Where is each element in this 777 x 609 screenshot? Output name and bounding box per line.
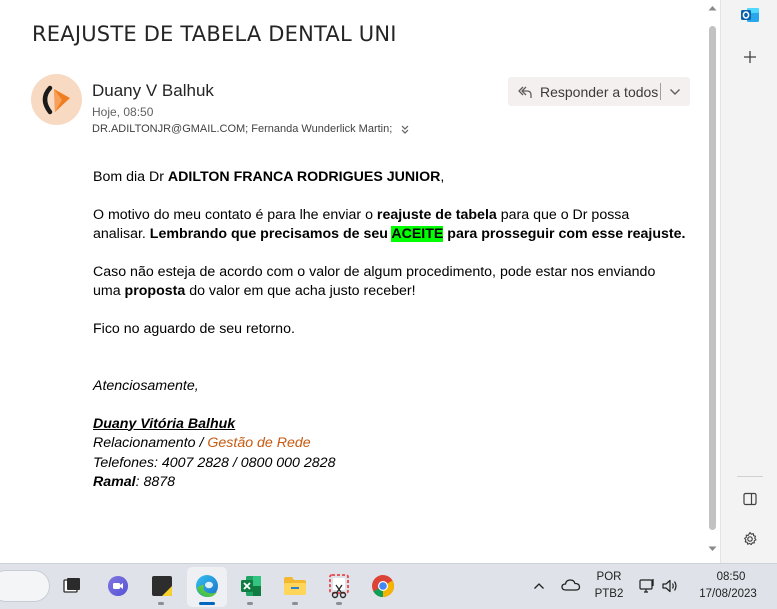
volume-icon[interactable] [660,576,680,596]
scroll-down-arrow-icon[interactable] [708,546,717,552]
body-text: uma [93,283,125,299]
reply-all-button[interactable]: Responder a todos [508,77,660,106]
snipping-tool-icon[interactable] [325,572,353,600]
signature-role: Relacionamento / Gestão de Rede [93,434,693,454]
sender-name[interactable]: Duany V Balhuk [92,81,214,101]
clock-date[interactable]: 17/08/2023 [693,588,763,600]
greeting-prefix: Bom dia Dr [93,169,168,185]
sticky-notes-running-indicator [158,602,164,605]
body-text: do valor em que acha justo receber! [185,283,416,299]
scrollbar-thumb[interactable] [709,26,716,530]
add-icon[interactable] [739,46,761,68]
teams-chat-icon[interactable] [104,572,132,600]
extension-value: : 8878 [135,474,176,490]
show-hidden-icons-chevron-up-icon[interactable] [531,578,547,594]
reply-all-label: Responder a todos [540,83,659,100]
onedrive-cloud-icon[interactable] [560,576,582,594]
body-text: para que o Dr possa [496,206,630,223]
keyboard-layout[interactable]: PTB2 [593,588,625,600]
reply-all-icon [518,86,532,98]
signature-name-line: Duany Vitória Balhuk [93,415,693,435]
email-subject: REAJUSTE DE TABELA DENTAL UNI [32,22,397,46]
settings-icon[interactable] [739,528,761,550]
body-paragraph-2-line-2: analisar. Lembrando que precisamos de se… [93,225,693,245]
panel-icon[interactable] [739,488,761,510]
file-explorer-icon[interactable] [281,572,309,600]
edge-active-indicator [199,602,215,605]
clock-time[interactable]: 08:50 [700,571,762,583]
body-bold-text: proposta [124,283,186,299]
chrome-icon[interactable] [369,572,397,600]
highlighted-aceite: ACEITE [391,226,444,242]
network-icon[interactable] [637,576,657,596]
body-bold-text: reajuste de tabela [376,206,497,223]
body-bold-text: Lembrando que precisamos de seu [149,226,392,242]
chevron-down-icon [670,88,680,95]
signature-closing: Atenciosamente, [93,378,199,394]
sent-time: Hoje, 08:50 [92,105,154,119]
vertical-scrollbar[interactable] [705,0,720,563]
signature-role-text: Relacionamento / [93,435,208,451]
reading-pane: REAJUSTE DE TABELA DENTAL UNI Duany V Ba… [0,0,720,563]
reply-all-split-button: Responder a todos [508,77,690,106]
greeting-paragraph: Bom dia Dr ADILTON FRANCA RODRIGUES JUNI… [93,168,693,188]
body-text: O motivo do meu contato é para lhe envia… [93,206,377,223]
expand-recipients-icon[interactable] [399,123,411,135]
signature-name: Duany Vitória Balhuk [93,415,236,432]
signature-extension: Ramal: 8878 [93,473,693,493]
greeting-suffix: , [440,169,445,185]
scroll-up-arrow-icon[interactable] [708,5,717,11]
input-language[interactable]: POR [593,571,625,583]
file-explorer-running-indicator [292,602,298,605]
body-paragraph-4: Fico no aguardo de seu retorno. [93,320,295,337]
dental-uni-logo-icon [42,85,70,115]
excel-running-indicator [247,602,253,605]
recipients-text: DR.ADILTONJR@GMAIL.COM; Fernanda Wunderl… [92,123,393,135]
greeting-name: ADILTON FRANCA RODRIGUES JUNIOR [167,169,441,185]
right-app-bar [720,0,777,563]
sender-avatar[interactable] [31,74,82,125]
body-bold-text: para prosseguir com esse reajuste. [443,226,686,242]
extension-label: Ramal [93,474,136,490]
email-body: Bom dia Dr ADILTON FRANCA RODRIGUES JUNI… [93,168,693,493]
taskbar-search-box[interactable] [0,570,50,602]
body-paragraph-3-line-1: Caso não esteja de acordo com o valor de… [93,263,656,280]
recipients-line: DR.ADILTONJR@GMAIL.COM; Fernanda Wunderl… [92,123,411,135]
sticky-notes-icon[interactable] [148,572,176,600]
signature-department: Gestão de Rede [207,435,311,451]
reply-options-button[interactable] [661,77,689,106]
edge-icon[interactable] [193,572,221,600]
snipping-tool-running-indicator [336,602,342,605]
taskbar: POR PTB2 08:50 17/08/2023 [0,563,777,609]
body-paragraph-2-line-1: O motivo do meu contato é para lhe envia… [93,206,693,226]
body-paragraph-3-line-2: uma proposta do valor em que acha justo … [93,282,693,302]
excel-icon[interactable] [237,572,265,600]
signature-phones: Telefones: 4007 2828 / 0800 000 2828 [93,454,336,471]
body-text: analisar. [93,226,150,242]
outlook-icon[interactable] [739,4,761,26]
app-bar-divider [737,476,763,477]
task-view-icon[interactable] [58,572,86,600]
